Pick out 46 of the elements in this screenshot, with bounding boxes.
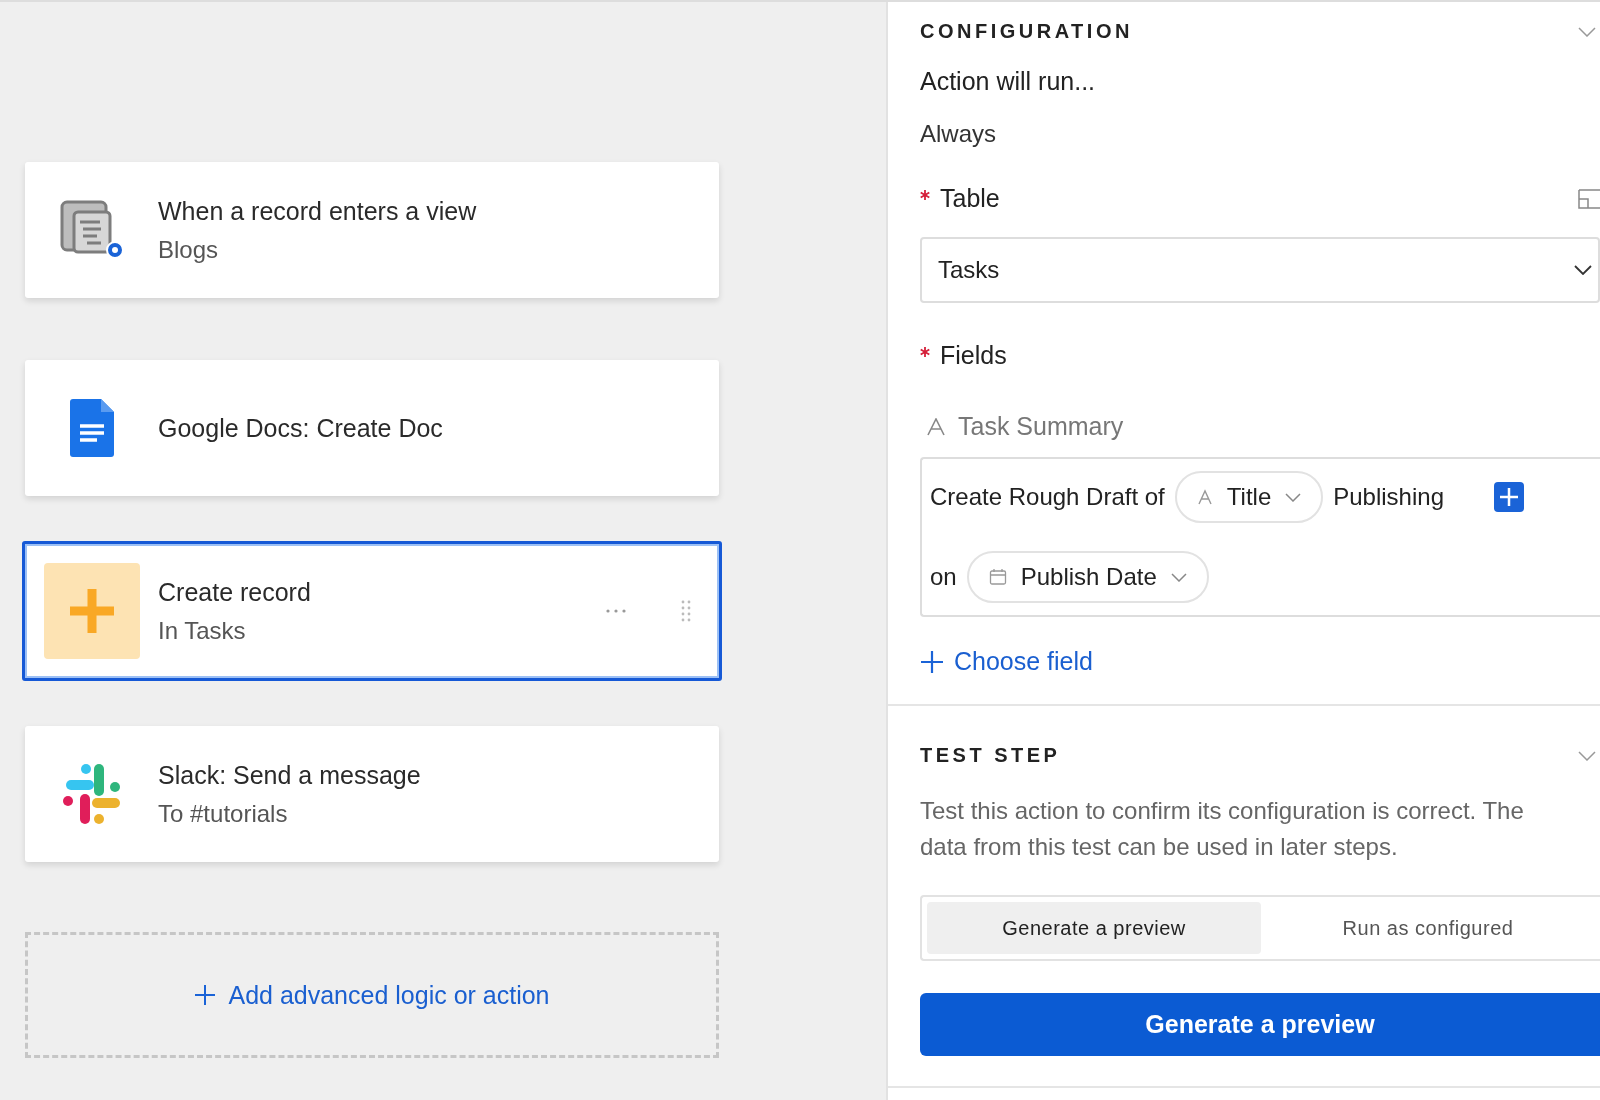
step-card[interactable]: Create record In Tasks xyxy=(22,541,722,681)
step-card[interactable]: When a record enters a view Blogs xyxy=(25,162,719,298)
step-title: Google Docs: Create Doc xyxy=(158,413,444,443)
step-card[interactable]: Slack: Send a message To #tutorials xyxy=(25,726,719,862)
choose-field-link[interactable]: Choose field xyxy=(920,647,1093,676)
run-condition-value: Always xyxy=(920,120,998,148)
token-text: Publishing xyxy=(1333,483,1444,511)
layout-icon[interactable] xyxy=(1578,188,1600,209)
step-subtitle: To #tutorials xyxy=(158,799,289,828)
token-text: on xyxy=(930,563,957,591)
text-field-icon xyxy=(1196,489,1213,505)
add-action-button[interactable]: Add advanced logic or action xyxy=(25,932,719,1058)
plus-icon xyxy=(44,563,140,659)
mode-tab[interactable]: Generate a preview xyxy=(927,902,1261,954)
fields-label: Fields xyxy=(940,341,1007,370)
plus-icon xyxy=(194,984,217,1006)
step-title: When a record enters a view xyxy=(158,196,478,226)
test-description: Test this action to confirm its configuration is correct. The data from this test can be used in later steps. xyxy=(920,796,1525,862)
chevron-down-icon[interactable] xyxy=(1578,750,1596,761)
field-token[interactable]: Publish Date xyxy=(966,551,1209,603)
step-card[interactable]: Google Docs: Create Doc xyxy=(25,360,719,496)
step-subtitle: In Tasks xyxy=(158,616,247,645)
chevron-down-icon xyxy=(1170,572,1187,582)
drag-handle-icon[interactable] xyxy=(681,600,691,622)
text-field-icon xyxy=(926,417,946,436)
insert-field-button[interactable] xyxy=(1494,482,1524,512)
step-subtitle: Blogs xyxy=(158,235,220,264)
generate-preview-button[interactable]: Generate a preview xyxy=(920,993,1600,1056)
section-heading: CONFIGURATION xyxy=(920,20,1133,43)
field-name: Task Summary xyxy=(958,412,1124,441)
section-heading: TEST STEP xyxy=(920,744,1061,767)
chevron-down-icon xyxy=(1574,265,1592,275)
table-label: Table xyxy=(940,184,1000,213)
plus-icon xyxy=(920,649,944,674)
step-title: Slack: Send a message xyxy=(158,760,422,790)
table-select[interactable]: Tasks xyxy=(920,237,1600,303)
chevron-down-icon xyxy=(1285,492,1302,502)
field-value-editor[interactable]: Create Rough Draft of Title Publishing on Publish Date xyxy=(920,457,1600,617)
more-icon[interactable] xyxy=(605,608,627,614)
calendar-icon xyxy=(988,568,1007,586)
run-condition-label: Action will run... xyxy=(920,67,1097,96)
field-token[interactable]: Title xyxy=(1174,471,1324,523)
token-text: Create Rough Draft of xyxy=(930,483,1165,511)
chevron-down-icon[interactable] xyxy=(1578,26,1596,37)
document-icon xyxy=(70,399,114,457)
step-title: Create record xyxy=(158,577,312,607)
